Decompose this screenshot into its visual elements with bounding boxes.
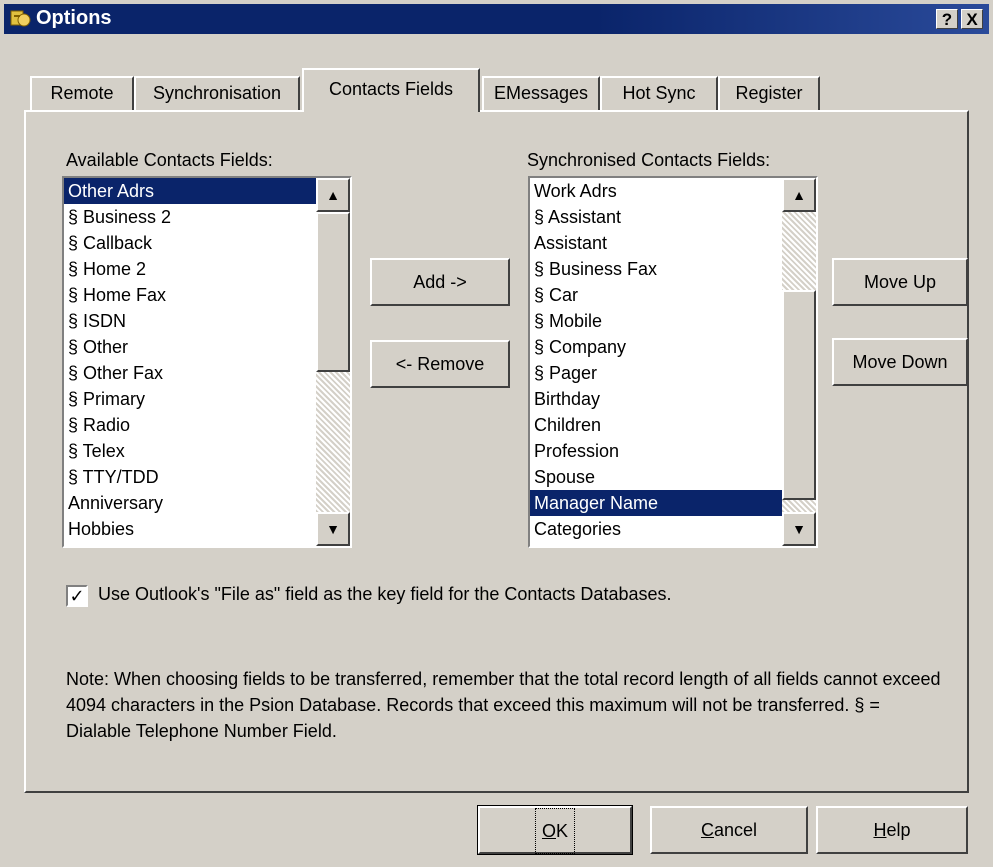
scroll-down-button[interactable]: ▼ bbox=[316, 512, 350, 546]
available-list-item[interactable]: § Other Fax bbox=[64, 360, 316, 386]
synced-list-item[interactable]: § Pager bbox=[530, 360, 782, 386]
available-scrollbar[interactable]: ▲ ▼ bbox=[316, 178, 350, 546]
available-list-item[interactable]: § ISDN bbox=[64, 308, 316, 334]
title-bar[interactable]: Options ? X bbox=[4, 4, 989, 34]
available-listbox[interactable]: Other Adrs § Business 2 § Callback § Home 2… bbox=[62, 176, 352, 548]
synced-list-item[interactable]: Assistant bbox=[530, 230, 782, 256]
synced-list-item[interactable]: § Assistant bbox=[530, 204, 782, 230]
move-down-button[interactable]: Move Down bbox=[832, 338, 968, 386]
tab-hot-sync[interactable]: Hot Sync bbox=[600, 76, 718, 110]
synced-list-item[interactable]: Categories bbox=[530, 516, 782, 542]
synced-list-item[interactable]: § Car bbox=[530, 282, 782, 308]
file-as-checkbox[interactable]: ✓ bbox=[66, 585, 88, 607]
help-button[interactable]: Help bbox=[816, 806, 968, 854]
available-list-item[interactable]: § Business 2 bbox=[64, 204, 316, 230]
synced-list-item[interactable]: Children bbox=[530, 412, 782, 438]
tab-register[interactable]: Register bbox=[718, 76, 820, 110]
down-arrow-icon: ▼ bbox=[326, 521, 340, 537]
move-up-button[interactable]: Move Up bbox=[832, 258, 968, 306]
synced-list-item[interactable]: § Business Fax bbox=[530, 256, 782, 282]
available-list-item[interactable]: § Primary bbox=[64, 386, 316, 412]
available-list-item[interactable]: § Telex bbox=[64, 438, 316, 464]
synced-list-item[interactable]: Spouse bbox=[530, 464, 782, 490]
scroll-thumb[interactable] bbox=[316, 212, 350, 372]
tab-synchronisation[interactable]: Synchronisation bbox=[134, 76, 300, 110]
available-list-item[interactable]: § Callback bbox=[64, 230, 316, 256]
scroll-up-button[interactable]: ▲ bbox=[316, 178, 350, 212]
up-arrow-icon: ▲ bbox=[326, 187, 340, 203]
tab-remote[interactable]: Remote bbox=[30, 76, 134, 110]
note-text: Note: When choosing fields to be transfe… bbox=[66, 669, 941, 741]
synced-list-item[interactable]: § Company bbox=[530, 334, 782, 360]
synced-listbox[interactable]: Work Adrs § Assistant Assistant § Business … bbox=[528, 176, 818, 548]
scroll-down-button[interactable]: ▼ bbox=[782, 512, 816, 546]
scroll-up-button[interactable]: ▲ bbox=[782, 178, 816, 212]
synced-list-item[interactable]: Manager Name bbox=[530, 490, 782, 516]
available-list-item[interactable]: § Other bbox=[64, 334, 316, 360]
app-icon bbox=[10, 10, 31, 27]
ok-label: OK bbox=[534, 808, 576, 854]
available-list-item[interactable]: Hobbies bbox=[64, 516, 316, 542]
available-list-item[interactable]: § TTY/TDD bbox=[64, 464, 316, 490]
help-label: Help bbox=[873, 820, 911, 840]
available-list-item[interactable]: § Home 2 bbox=[64, 256, 316, 282]
cancel-button[interactable]: Cancel bbox=[650, 806, 808, 854]
synced-label: Synchronised Contacts Fields: bbox=[527, 150, 771, 170]
synced-list-item[interactable]: Work Adrs bbox=[530, 178, 782, 204]
cancel-label: Cancel bbox=[700, 820, 758, 840]
options-dialog: Options ? X Remote Synchronisation Conta… bbox=[0, 0, 993, 867]
down-arrow-icon: ▼ bbox=[792, 521, 806, 537]
check-icon: ✓ bbox=[69, 586, 85, 606]
close-button[interactable]: X bbox=[961, 9, 983, 29]
synced-list-item[interactable]: Profession bbox=[530, 438, 782, 464]
scroll-thumb[interactable] bbox=[782, 290, 816, 500]
available-list-item[interactable]: § Radio bbox=[64, 412, 316, 438]
available-list-item[interactable]: Other Adrs bbox=[64, 178, 316, 204]
tab-contacts-fields[interactable]: Contacts Fields bbox=[302, 68, 480, 112]
help-title-button[interactable]: ? bbox=[936, 9, 958, 29]
available-list-item[interactable]: Anniversary bbox=[64, 490, 316, 516]
tab-emessages[interactable]: EMessages bbox=[482, 76, 600, 110]
available-list-item[interactable]: § Home Fax bbox=[64, 282, 316, 308]
file-as-checkbox-label[interactable]: Use Outlook's "File as" field as the key… bbox=[98, 584, 672, 605]
add-button[interactable]: Add -> bbox=[370, 258, 510, 306]
synced-list-item[interactable]: § Mobile bbox=[530, 308, 782, 334]
remove-button[interactable]: <- Remove bbox=[370, 340, 510, 388]
available-label: Available Contacts Fields: bbox=[66, 150, 273, 170]
window-title: Options bbox=[36, 7, 112, 29]
synced-scrollbar[interactable]: ▲ ▼ bbox=[782, 178, 816, 546]
ok-button[interactable]: OK bbox=[477, 805, 633, 855]
up-arrow-icon: ▲ bbox=[792, 187, 806, 203]
synced-list-item[interactable]: Birthday bbox=[530, 386, 782, 412]
